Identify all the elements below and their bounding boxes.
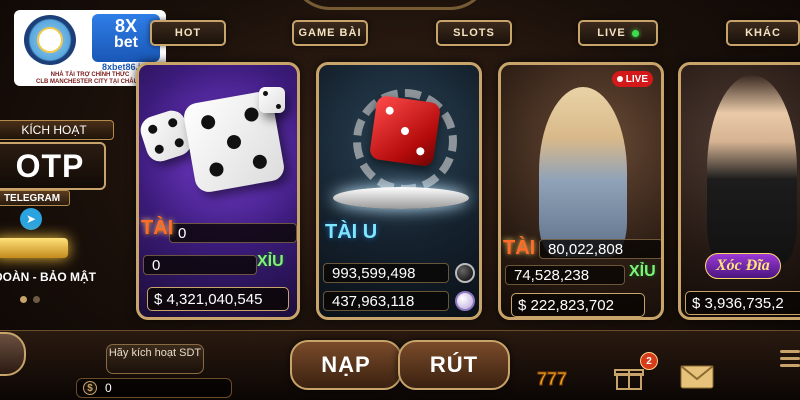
game-card-tai-xiu-md5[interactable]: TÀI U 993,599,498 437,963,118 [316, 62, 482, 320]
mail-icon[interactable] [680, 362, 714, 392]
svg-text:777: 777 [537, 369, 567, 389]
gold-pedestal [0, 238, 68, 258]
game-card-xoc-dia[interactable]: Xóc Đĩa $ 3,936,735,2 [678, 62, 800, 320]
tab-label: SLOTS [453, 27, 495, 39]
dice-icon [259, 87, 285, 113]
activate-label: KÍCH HOẠT [0, 120, 114, 140]
slot-777-icon[interactable]: 777 [536, 362, 570, 392]
jackpot-value: $ 3,936,735,2 [685, 291, 800, 315]
telegram-icon: ➤ [20, 208, 42, 230]
deposit-button[interactable]: NẠP [290, 340, 402, 390]
live-indicator-icon [631, 29, 639, 37]
coin-icon: $ [83, 381, 97, 395]
xiu-bet-total: 0 [143, 255, 257, 275]
tab-label: LIVE [597, 27, 626, 39]
security-text: ĐOÀN - BẢO MẬT [0, 270, 96, 284]
red-dice-icon [368, 94, 442, 168]
withdraw-button[interactable]: RÚT [398, 340, 510, 390]
tab-label: HOT [174, 27, 202, 39]
menu-icon[interactable] [780, 350, 800, 367]
otp-promo-banner[interactable]: KÍCH HOẠT OTP TELEGRAM ➤ ĐOÀN - BẢO MẬT [0, 110, 118, 320]
tai-bet-total: 0 [169, 223, 297, 243]
jackpot-value: $ 222,823,702 [511, 293, 645, 317]
telegram-label: TELEGRAM [0, 190, 70, 206]
carousel-dot[interactable] [20, 296, 27, 303]
carousel-dots[interactable] [20, 296, 40, 303]
xiu-bet-total: 74,528,238 [505, 265, 625, 285]
otp-title: OTP [0, 142, 106, 190]
game-card-tai-xiu[interactable]: 0 TÀI 0 XỈU $ 4,321,040,545 [136, 62, 300, 320]
dealer-image [707, 75, 797, 265]
game-title: TÀI U [325, 221, 378, 243]
jackpot-value: $ 4,321,040,545 [147, 287, 289, 311]
balance-value: 0 [105, 381, 112, 395]
tab-khac[interactable]: KHÁC [726, 20, 800, 46]
dealer-image [539, 87, 627, 257]
tai-label: TÀI [503, 237, 536, 259]
tab-game-bai[interactable]: GAME BÀI [292, 20, 368, 46]
xiu-label: XỈU [257, 253, 284, 270]
activate-phone-button[interactable]: Hãy kích hoạt SDT [106, 344, 204, 374]
black-ball-icon [455, 263, 475, 283]
man-city-crest-icon [24, 15, 76, 65]
tab-label: GAME BÀI [298, 27, 362, 39]
tab-slots[interactable]: SLOTS [436, 20, 512, 46]
white-ball-icon [455, 291, 475, 311]
balance-display: $ 0 [76, 378, 232, 398]
tab-hot[interactable]: HOT [150, 20, 226, 46]
game-card-live-tai-xiu[interactable]: LIVE TÀI 80,022,808 74,528,238 XỈU $ 222… [498, 62, 664, 320]
tai-label: TÀI [141, 217, 174, 239]
dice-plate [333, 187, 469, 209]
top-ornament [290, 0, 490, 10]
notification-badge: 2 [640, 352, 658, 370]
game-title: Xóc Đĩa [705, 253, 781, 279]
tai-bet-total: 993,599,498 [323, 263, 449, 283]
tai-bet-total: 80,022,808 [539, 239, 661, 259]
xiu-label: XỈU [629, 263, 656, 280]
xiu-bet-total: 437,963,118 [323, 291, 449, 311]
tab-label: KHÁC [745, 27, 781, 39]
carousel-dot[interactable] [33, 296, 40, 303]
tab-live[interactable]: LIVE [578, 20, 658, 46]
live-badge: LIVE [611, 71, 653, 87]
